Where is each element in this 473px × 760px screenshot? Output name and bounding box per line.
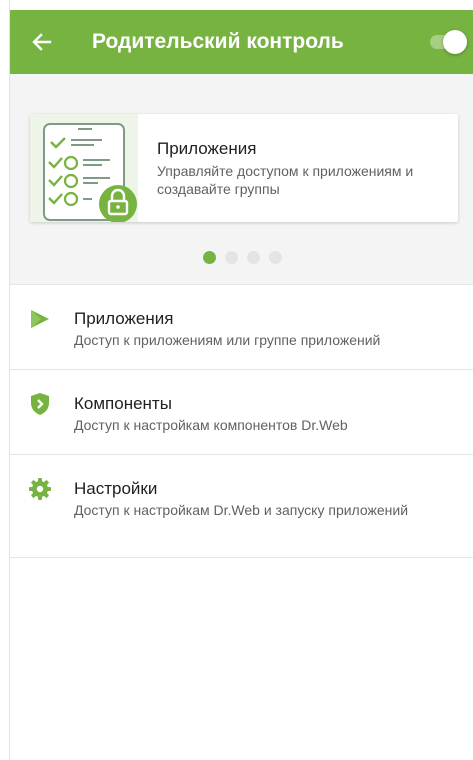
toggle-thumb <box>443 30 467 54</box>
menu-item-settings[interactable]: Настройки Доступ к настройкам Dr.Web и з… <box>10 454 473 558</box>
checklist-lock-icon <box>30 114 138 222</box>
menu-item-title: Компоненты <box>74 394 172 413</box>
app-bar: Родительский контроль <box>10 10 473 74</box>
page-title: Родительский контроль <box>92 30 344 53</box>
menu-item-title: Приложения <box>74 309 174 328</box>
back-button[interactable] <box>28 28 56 56</box>
apps-play-icon <box>31 310 49 328</box>
feature-card[interactable]: Приложения Управляйте доступом к приложе… <box>30 114 458 222</box>
gear-icon <box>29 478 51 500</box>
page-dot-2[interactable] <box>225 251 238 264</box>
menu-item-title: Настройки <box>74 479 158 498</box>
card-description: Управляйте доступом к приложениям и созд… <box>157 163 414 197</box>
page-indicator <box>203 251 282 265</box>
page-dot-1[interactable] <box>203 251 216 264</box>
menu-item-components[interactable]: Компоненты Доступ к настройкам компонент… <box>10 369 473 454</box>
parental-control-toggle[interactable] <box>430 30 473 54</box>
menu-item-description: Доступ к приложениям или группе приложен… <box>74 332 381 348</box>
page-dot-4[interactable] <box>269 251 282 264</box>
arrow-left-icon <box>32 33 52 51</box>
menu-item-description: Доступ к настройкам компонентов Dr.Web <box>74 417 348 433</box>
card-title: Приложения <box>157 139 257 158</box>
menu-item-applications[interactable]: Приложения Доступ к приложениям или груп… <box>10 284 473 369</box>
shield-icon <box>31 393 49 415</box>
page-dot-3[interactable] <box>247 251 260 264</box>
settings-menu: Приложения Доступ к приложениям или груп… <box>10 284 473 558</box>
screen: Родительский контроль Приложения Управля… <box>0 0 473 760</box>
menu-item-description: Доступ к настройкам Dr.Web и запуску при… <box>74 502 409 518</box>
feature-carousel[interactable]: Приложения Управляйте доступом к приложе… <box>10 74 473 284</box>
